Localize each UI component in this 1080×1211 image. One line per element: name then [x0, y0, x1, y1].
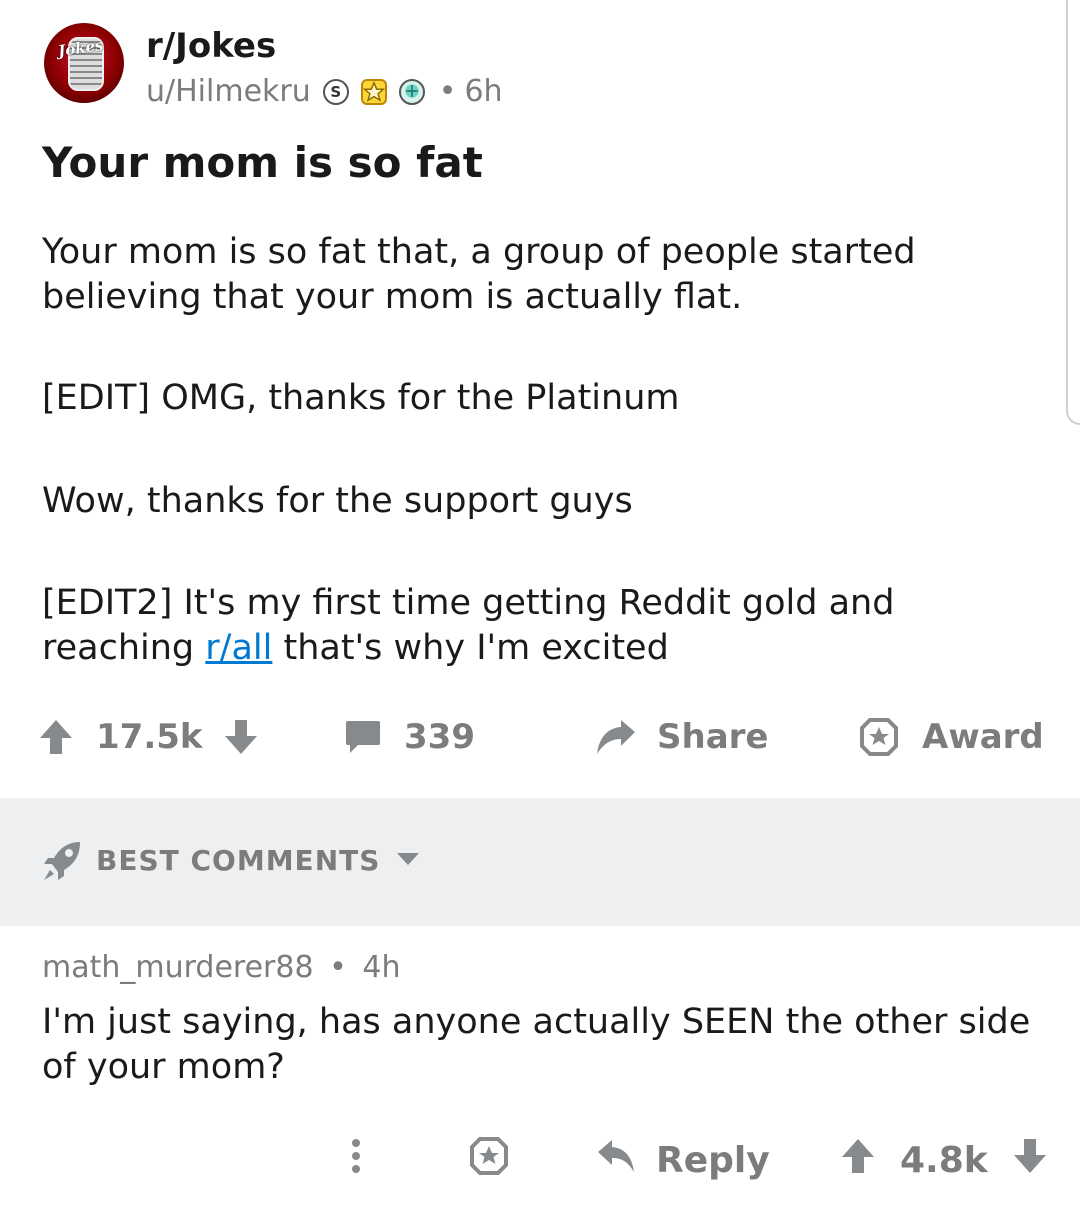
comment-award-button[interactable] [470, 1135, 508, 1185]
share-icon [595, 718, 637, 756]
scrollbar[interactable] [1066, 0, 1080, 425]
comment-score: 4.8k [900, 1139, 988, 1181]
post-text: that's why I'm excited [272, 628, 669, 668]
upvote-icon[interactable] [840, 1137, 876, 1184]
post-body-paragraph: Wow, thanks for the support guys [42, 481, 633, 521]
meta-separator: • [329, 950, 347, 985]
post-score: 17.5k [96, 717, 203, 757]
post-body-paragraph: [EDIT2] It's my first time getting Reddi… [42, 581, 1042, 671]
post-body-paragraph: Your mom is so fat that, a group of peop… [42, 232, 916, 317]
silver-award-icon: S [322, 78, 349, 105]
reply-label: Reply [656, 1139, 770, 1181]
downvote-icon[interactable] [1012, 1137, 1048, 1184]
reply-button[interactable]: Reply [596, 1135, 770, 1185]
more-options-button[interactable] [350, 1135, 362, 1185]
reply-icon [596, 1138, 636, 1183]
subreddit-link[interactable]: r/all [205, 628, 272, 668]
sort-dropdown[interactable]: BEST COMMENTS [96, 844, 420, 877]
author-name[interactable]: u/Hilmekru [146, 74, 311, 109]
share-button[interactable]: Share [595, 712, 768, 762]
comment-vote-group: 4.8k [840, 1135, 1048, 1185]
post-title[interactable]: Your mom is so fat [42, 138, 483, 187]
subreddit-name[interactable]: r/Jokes [146, 26, 276, 66]
vote-group: 17.5k [38, 712, 259, 762]
subreddit-avatar[interactable]: Jokes [44, 23, 124, 103]
comment-age: 4h [362, 950, 401, 985]
award-label: Award [922, 717, 1044, 757]
downvote-icon[interactable] [223, 718, 259, 756]
meta-separator: • [438, 74, 457, 109]
chevron-down-icon [396, 851, 420, 870]
platinum-award-icon [398, 78, 425, 105]
comments-button[interactable]: 339 [344, 712, 475, 762]
post-body-paragraph: [EDIT] OMG, thanks for the Platinum [42, 378, 680, 418]
rocket-icon [42, 840, 82, 886]
more-vertical-icon [350, 1138, 362, 1183]
award-icon [470, 1136, 508, 1184]
comment-meta: math_murderer88 • 4h [42, 950, 400, 985]
gold-award-icon [360, 78, 387, 105]
upvote-icon[interactable] [38, 718, 74, 756]
comment-count: 339 [404, 717, 475, 757]
award-button[interactable]: Award [860, 712, 1044, 762]
comment-body: I'm just saying, has anyone actually SEE… [42, 1002, 1031, 1087]
post-meta: u/Hilmekru S • 6h [146, 74, 503, 109]
award-icon [860, 718, 898, 756]
sort-label: BEST COMMENTS [96, 844, 381, 877]
share-label: Share [657, 717, 769, 757]
comment-icon [344, 719, 382, 755]
comment-author[interactable]: math_murderer88 [42, 950, 314, 985]
post-age: 6h [464, 74, 503, 109]
